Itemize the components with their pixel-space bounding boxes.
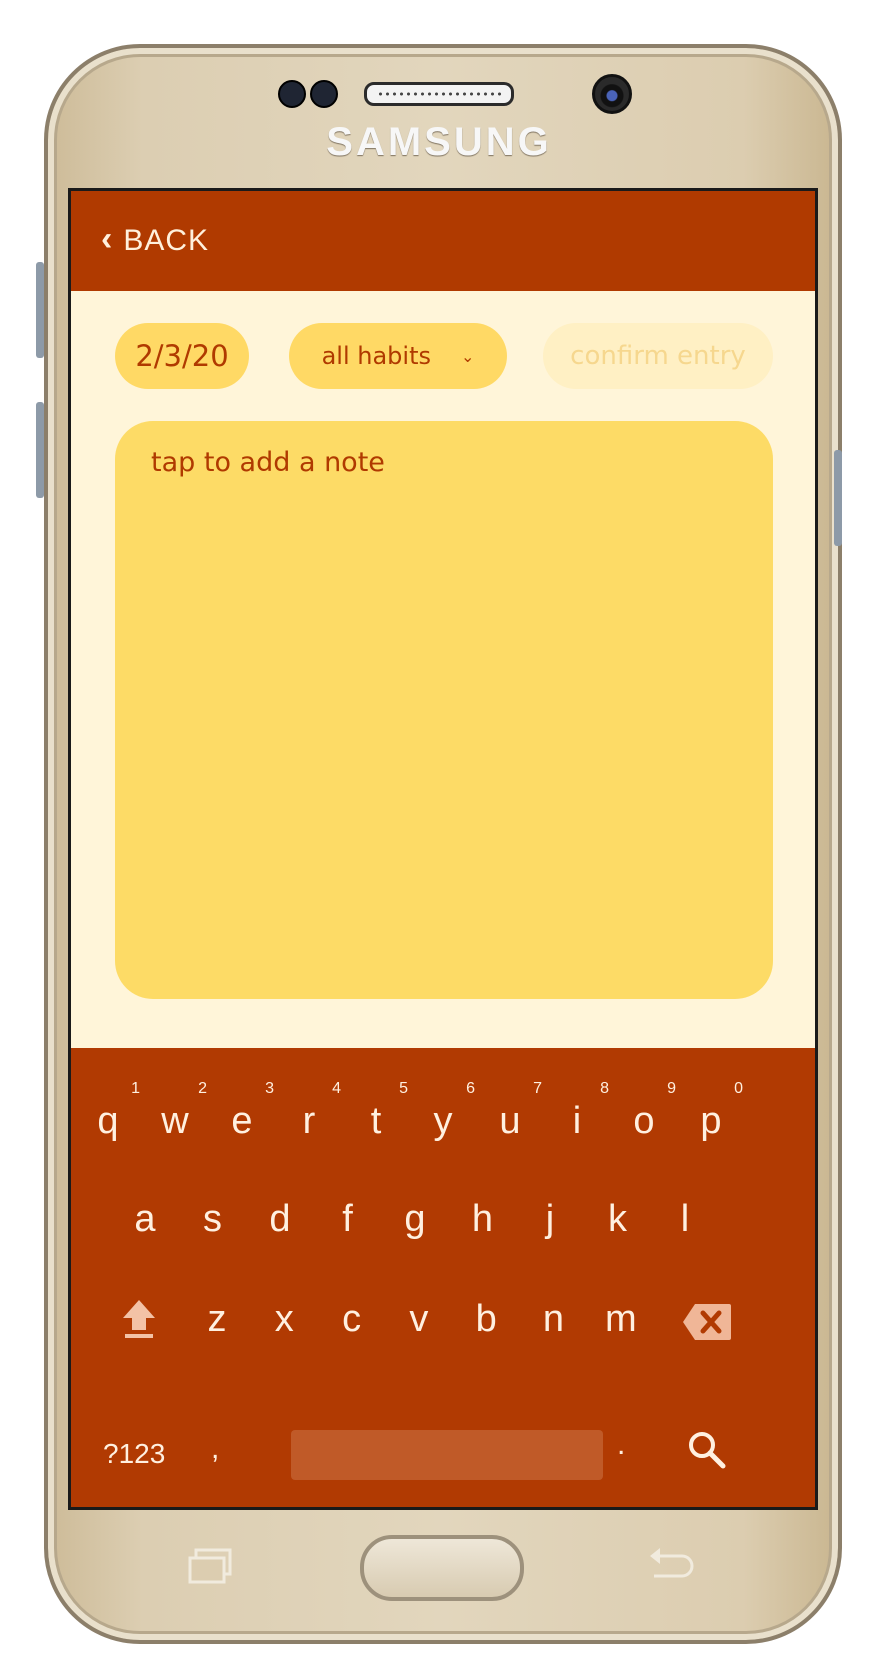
backspace-key[interactable] <box>681 1302 733 1347</box>
key-c[interactable]: c <box>322 1298 382 1341</box>
recent-apps-icon[interactable] <box>186 1546 234 1596</box>
key-p[interactable]: p0 <box>681 1080 743 1143</box>
key-number-hint: 2 <box>198 1080 207 1097</box>
app-bar: ‹ BACK <box>71 191 815 291</box>
chevron-down-icon: ⌄ <box>461 346 475 366</box>
key-m[interactable]: m <box>591 1298 651 1341</box>
date-label: 2/3/20 <box>135 339 229 373</box>
key-a[interactable]: a <box>115 1198 175 1241</box>
period-key[interactable]: . <box>617 1428 625 1462</box>
power-button <box>834 450 842 546</box>
key-n[interactable]: n <box>524 1298 584 1341</box>
key-label: t <box>370 1100 382 1142</box>
home-button[interactable] <box>360 1535 524 1601</box>
key-z[interactable]: z <box>187 1298 247 1341</box>
key-label: u <box>499 1100 521 1142</box>
key-number-hint: 9 <box>667 1080 676 1097</box>
chevron-left-icon: ‹ <box>101 220 114 258</box>
key-label: p <box>700 1100 722 1142</box>
front-sensor <box>278 80 306 108</box>
habit-filter-label: all habits <box>321 342 431 370</box>
brand-logo: SAMSUNG <box>326 120 552 164</box>
symbols-key[interactable]: ?123 <box>103 1438 165 1470</box>
volume-up-button <box>36 262 44 358</box>
key-g[interactable]: g <box>385 1198 445 1241</box>
key-f[interactable]: f <box>318 1198 378 1241</box>
earpiece-speaker <box>364 82 514 106</box>
backspace-icon <box>683 1304 731 1340</box>
key-e[interactable]: e3 <box>212 1080 274 1143</box>
key-label: w <box>161 1100 189 1142</box>
key-d[interactable]: d <box>250 1198 310 1241</box>
key-x[interactable]: x <box>254 1298 314 1341</box>
key-label: y <box>433 1100 453 1142</box>
key-s[interactable]: s <box>183 1198 243 1241</box>
key-q[interactable]: q1 <box>78 1080 140 1143</box>
key-number-hint: 5 <box>399 1080 408 1097</box>
confirm-entry-label: confirm entry <box>570 341 746 371</box>
key-l[interactable]: l <box>655 1198 715 1241</box>
back-nav-icon[interactable] <box>644 1546 696 1596</box>
key-b[interactable]: b <box>456 1298 516 1341</box>
key-number-hint: 3 <box>265 1080 274 1097</box>
soft-keyboard: q1w2e3r4t5y6u7i8o9p0 asdfghjkl zxcvbnm ?… <box>71 1048 815 1507</box>
note-placeholder: tap to add a note <box>151 447 385 478</box>
volume-down-button <box>36 402 44 498</box>
key-label: o <box>633 1100 655 1142</box>
back-label: BACK <box>123 223 210 257</box>
key-label: i <box>572 1100 582 1142</box>
shift-key[interactable] <box>119 1296 159 1345</box>
search-icon <box>689 1432 726 1469</box>
key-h[interactable]: h <box>453 1198 513 1241</box>
key-k[interactable]: k <box>588 1198 648 1241</box>
key-number-hint: 1 <box>131 1080 140 1097</box>
app-screen: ‹ BACK 2/3/20 all habits ⌄ confirm entry… <box>68 188 818 1510</box>
key-label: r <box>302 1100 316 1142</box>
key-u[interactable]: u7 <box>480 1080 542 1143</box>
front-camera <box>592 74 632 114</box>
key-i[interactable]: i8 <box>547 1080 609 1143</box>
key-number-hint: 4 <box>332 1080 341 1097</box>
back-button[interactable]: ‹ BACK <box>101 220 210 260</box>
key-number-hint: 0 <box>734 1080 743 1097</box>
key-r[interactable]: r4 <box>279 1080 341 1143</box>
key-number-hint: 6 <box>466 1080 475 1097</box>
confirm-entry-button[interactable]: confirm entry <box>543 323 773 389</box>
key-w[interactable]: w2 <box>145 1080 207 1143</box>
key-v[interactable]: v <box>389 1298 449 1341</box>
proximity-sensor <box>310 80 338 108</box>
date-picker-button[interactable]: 2/3/20 <box>115 323 249 389</box>
key-o[interactable]: o9 <box>614 1080 676 1143</box>
note-textarea[interactable]: tap to add a note <box>115 421 773 999</box>
shift-icon <box>123 1300 155 1338</box>
key-y[interactable]: y6 <box>413 1080 476 1143</box>
key-number-hint: 7 <box>533 1080 542 1097</box>
key-j[interactable]: j <box>520 1198 580 1241</box>
key-number-hint: 8 <box>600 1080 609 1097</box>
search-key[interactable] <box>687 1430 727 1475</box>
comma-key[interactable]: , <box>211 1432 219 1466</box>
habit-filter-dropdown[interactable]: all habits ⌄ <box>289 323 507 389</box>
key-t[interactable]: t5 <box>346 1080 408 1143</box>
key-label: e <box>231 1100 253 1142</box>
key-label: q <box>97 1100 119 1142</box>
space-bar[interactable] <box>291 1430 603 1480</box>
